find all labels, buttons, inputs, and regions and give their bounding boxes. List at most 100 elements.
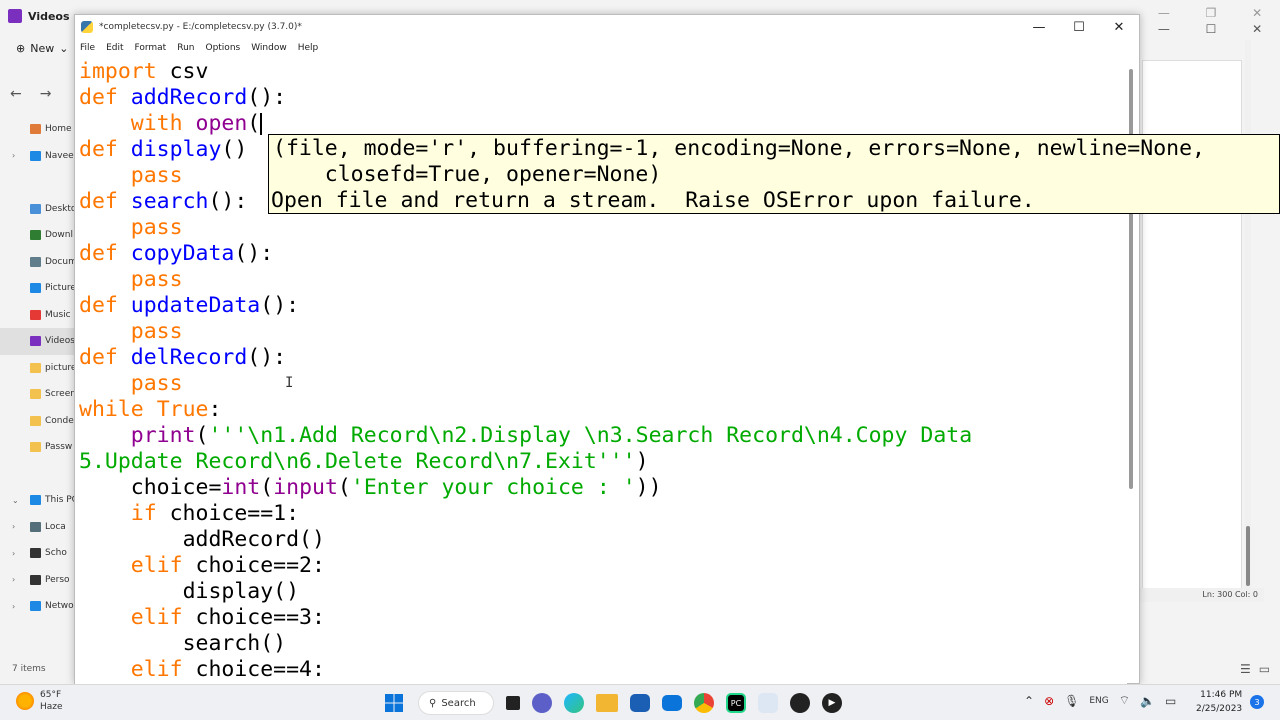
menu-run[interactable]: Run	[177, 43, 194, 53]
sidebar-item-label: Picture	[45, 283, 74, 294]
close-icon[interactable]: ✕	[1252, 6, 1262, 20]
sidebar-item-videos[interactable]: Videos	[0, 328, 74, 355]
media-player-icon[interactable]: ▶	[822, 693, 842, 713]
language-indicator[interactable]: ENG	[1089, 696, 1108, 706]
menu-options[interactable]: Options	[205, 43, 240, 53]
windows-icon	[385, 694, 403, 712]
minimize-button[interactable]: —	[1019, 15, 1059, 39]
code-line-15: print('''\n1.Add Record\n2.Display \n3.S…	[130, 423, 973, 448]
system-tray: ⌃ ⊗ 🎙 ENG ⌔ 🔈 ▭	[1024, 693, 1176, 708]
store-icon[interactable]	[630, 694, 650, 712]
expand-chevron-icon[interactable]: ›	[12, 151, 15, 160]
notification-badge[interactable]: 3	[1250, 695, 1264, 709]
battery-icon[interactable]: ▭	[1165, 694, 1176, 708]
expand-chevron-icon[interactable]: ›	[12, 602, 15, 611]
app-icon[interactable]	[790, 693, 810, 713]
task-view-icon[interactable]	[506, 696, 520, 710]
expand-chevron-icon[interactable]: ⌄	[12, 496, 19, 505]
minimize-icon[interactable]: —	[1158, 22, 1170, 36]
close-icon: ✕	[1113, 19, 1125, 35]
bg-status-bar: Ln: 300 Col: 0	[1140, 588, 1264, 602]
sidebar-item-docum[interactable]: Docum	[0, 249, 74, 276]
chevron-up-icon[interactable]: ⌃	[1024, 694, 1034, 708]
folder-icon	[30, 415, 41, 426]
weather-widget[interactable]: 65°F Haze	[16, 689, 63, 713]
sidebar-item-picture[interactable]: picture	[0, 355, 74, 382]
code-line-5: pass	[130, 163, 183, 188]
menu-bar: File Edit Format Run Options Window Help	[75, 39, 1139, 57]
sidebar-item-home[interactable]: Home	[0, 116, 74, 143]
sidebar-item-netwo[interactable]: › Netwo	[0, 593, 74, 620]
code-line-14: while True:	[79, 397, 222, 422]
list-view-icon[interactable]: ☰	[1240, 662, 1251, 676]
chat-icon[interactable]	[532, 693, 552, 713]
sidebar-item-loca[interactable]: › Loca	[0, 514, 74, 541]
tiles-view-icon[interactable]: ▭	[1259, 662, 1270, 676]
sidebar-item-label: Passw	[45, 442, 73, 453]
code-line-10: def updateData():	[79, 293, 300, 318]
forward-arrow-icon[interactable]: →	[40, 86, 52, 102]
folder-icon	[30, 362, 41, 373]
title-bar[interactable]: *completecsv.py - E:/completecsv.py (3.7…	[75, 15, 1139, 39]
expand-chevron-icon[interactable]: ›	[12, 575, 15, 584]
new-button[interactable]: ⊕ New ⌄	[16, 42, 68, 55]
menu-help[interactable]: Help	[298, 43, 319, 53]
close-button[interactable]: ✕	[1099, 15, 1139, 39]
expand-chevron-icon[interactable]: ›	[12, 549, 15, 558]
folder-icon	[30, 230, 41, 241]
edge-icon[interactable]	[564, 693, 584, 713]
wifi-icon[interactable]: ⌔	[1119, 693, 1130, 708]
chrome-icon[interactable]	[694, 693, 714, 713]
explorer-tab[interactable]: Videos	[8, 4, 70, 28]
folder-icon	[30, 521, 41, 532]
idle-icon[interactable]	[758, 693, 778, 713]
sidebar-item-picture[interactable]: Picture	[0, 275, 74, 302]
microphone-icon[interactable]: 🎙	[1064, 694, 1079, 708]
taskbar-search[interactable]: ⚲ Search	[418, 691, 494, 715]
search-icon: ⚲	[429, 697, 437, 709]
sidebar-item-deskto[interactable]: Deskto	[0, 196, 74, 223]
restore-icon[interactable]: ❐	[1206, 6, 1217, 20]
sidebar-item-this-pc[interactable]: ⌄ This PC	[0, 487, 74, 514]
bg-scroll-thumb[interactable]	[1246, 526, 1250, 586]
file-explorer-icon[interactable]	[596, 694, 618, 712]
minimize-icon[interactable]: —	[1158, 6, 1170, 20]
maximize-icon[interactable]: ☐	[1206, 22, 1217, 36]
sidebar-item-label: Docum	[45, 256, 74, 267]
sidebar-item-scho[interactable]: › Scho	[0, 540, 74, 567]
sidebar-item-downl[interactable]: Downl	[0, 222, 74, 249]
menu-window[interactable]: Window	[251, 43, 287, 53]
python-icon	[81, 21, 93, 33]
back-arrow-icon[interactable]: ←	[10, 86, 22, 102]
sidebar-item-label: Deskto	[45, 203, 74, 214]
sidebar-item-music[interactable]: Music	[0, 302, 74, 329]
pycharm-icon[interactable]: PC	[726, 693, 746, 713]
code-line-4: def display()	[79, 137, 248, 162]
folder-icon	[30, 495, 41, 506]
network-status-icon[interactable]: ⊗	[1044, 694, 1054, 708]
sidebar-item-navee[interactable]: › Navee	[0, 143, 74, 170]
bg-window-controls: — ❐ ✕	[1140, 6, 1280, 20]
bg-scrollbar[interactable]	[1245, 40, 1251, 600]
menu-edit[interactable]: Edit	[106, 43, 123, 53]
clock-date: 2/25/2023	[1196, 704, 1243, 714]
mail-icon[interactable]	[662, 695, 682, 711]
editor-scroll-thumb[interactable]	[1129, 69, 1133, 489]
editor-scrollbar[interactable]	[1127, 69, 1135, 489]
close-icon[interactable]: ✕	[1252, 22, 1262, 36]
sidebar-item-conde[interactable]: Conde	[0, 408, 74, 435]
menu-format[interactable]: Format	[135, 43, 167, 53]
maximize-button[interactable]: ☐	[1059, 15, 1099, 39]
folder-icon	[30, 548, 41, 559]
sidebar-item-screen[interactable]: Screen	[0, 381, 74, 408]
expand-chevron-icon[interactable]: ›	[12, 522, 15, 531]
sidebar-item-perso[interactable]: › Perso	[0, 567, 74, 594]
volume-icon[interactable]: 🔈	[1140, 694, 1155, 708]
start-button[interactable]	[382, 691, 406, 715]
folder-icon	[30, 601, 41, 612]
clock[interactable]: 11:46 PM 2/25/2023	[1196, 688, 1242, 716]
menu-file[interactable]: File	[80, 43, 95, 53]
sidebar-item-passw[interactable]: Passw	[0, 434, 74, 461]
window-title: *completecsv.py - E:/completecsv.py (3.7…	[99, 22, 302, 32]
